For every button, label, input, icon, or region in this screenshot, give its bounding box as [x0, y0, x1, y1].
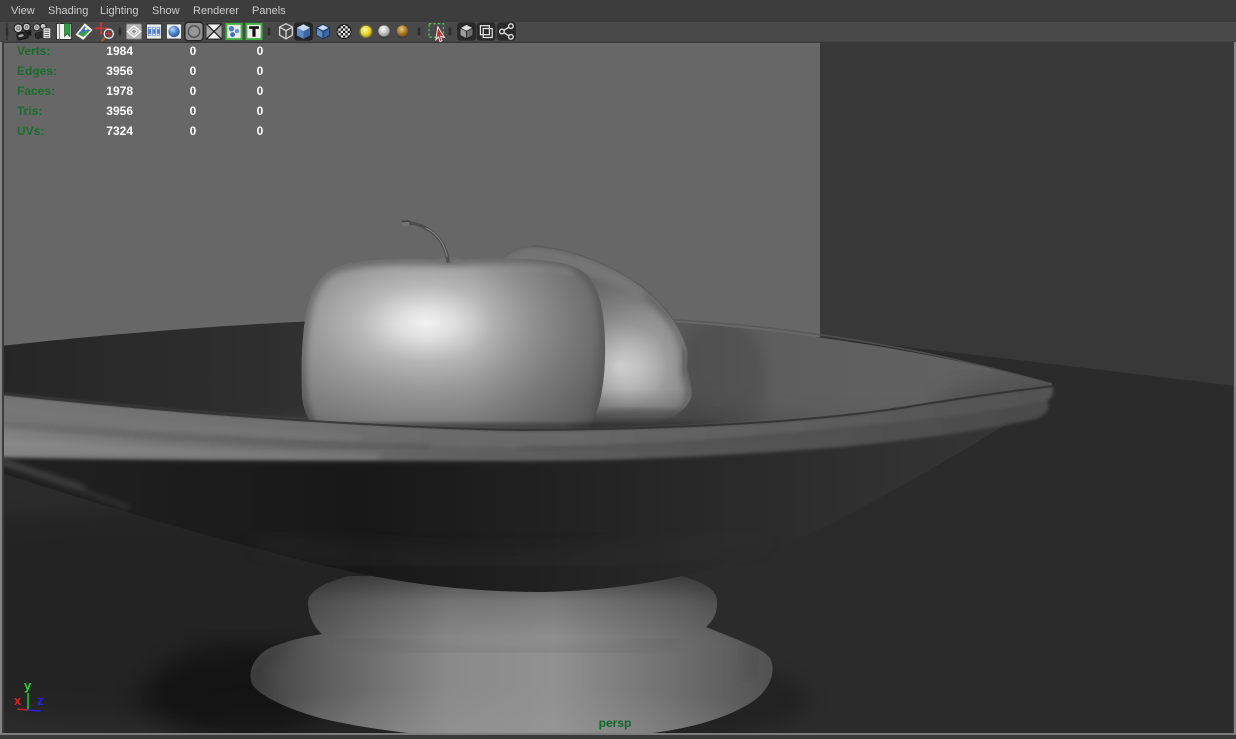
svg-text:z: z: [37, 693, 44, 708]
svg-text:x: x: [14, 693, 22, 708]
svg-text:y: y: [24, 678, 32, 693]
